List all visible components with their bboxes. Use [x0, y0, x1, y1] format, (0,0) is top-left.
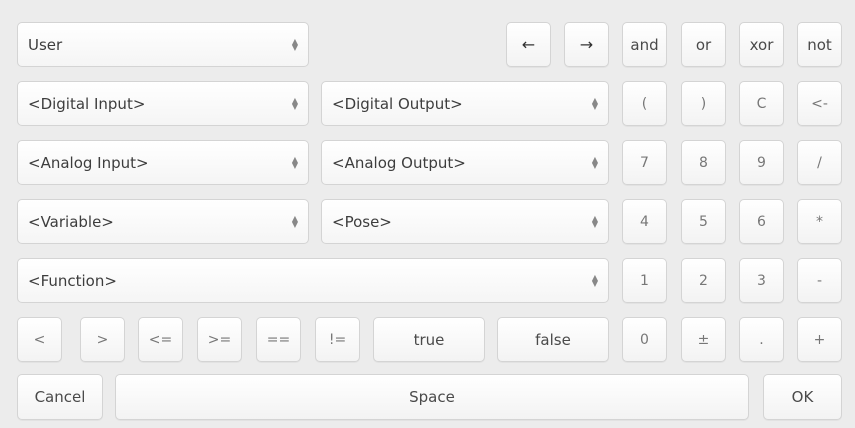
digit-8-button[interactable]: 8	[681, 140, 726, 185]
divide-label: /	[817, 154, 822, 171]
cancel-label: Cancel	[34, 388, 86, 406]
digital-output-select[interactable]: <Digital Output> ▲ ▼	[321, 81, 609, 126]
pose-select[interactable]: <Pose> ▲ ▼	[321, 199, 609, 244]
analog-output-select[interactable]: <Analog Output> ▲ ▼	[321, 140, 609, 185]
greater-equal-label: >=	[207, 331, 232, 348]
true-label: true	[413, 330, 445, 349]
pose-select-label: <Pose>	[332, 212, 392, 231]
digit-5-button[interactable]: 5	[681, 199, 726, 244]
clear-button[interactable]: C	[739, 81, 784, 126]
digit-4-button[interactable]: 4	[622, 199, 667, 244]
plus-button[interactable]: +	[797, 317, 842, 362]
digital-input-select[interactable]: <Digital Input> ▲ ▼	[17, 81, 309, 126]
false-label: false	[535, 330, 571, 349]
xor-button[interactable]: xor	[739, 22, 784, 67]
multiply-label: *	[816, 213, 823, 230]
less-than-label: <	[33, 331, 46, 348]
digit-6-label: 6	[757, 213, 766, 230]
plus-minus-button[interactable]: ±	[681, 317, 726, 362]
divide-button[interactable]: /	[797, 140, 842, 185]
select-arrows-icon: ▲ ▼	[291, 213, 298, 229]
ok-label: OK	[791, 388, 814, 406]
select-arrows-icon: ▲ ▼	[291, 36, 298, 52]
user-select-label: User	[28, 35, 63, 54]
digit-1-button[interactable]: 1	[622, 258, 667, 303]
space-label: Space	[409, 388, 455, 406]
backspace-button[interactable]: <-	[797, 81, 842, 126]
select-arrows-icon: ▲ ▼	[591, 213, 598, 229]
less-equal-label: <=	[148, 331, 173, 348]
function-select[interactable]: <Function> ▲ ▼	[17, 258, 609, 303]
arrow-left-button[interactable]: ←	[506, 22, 551, 67]
close-paren-button[interactable]: )	[681, 81, 726, 126]
function-select-label: <Function>	[28, 271, 117, 290]
greater-than-button[interactable]: >	[80, 317, 125, 362]
less-than-button[interactable]: <	[17, 317, 62, 362]
digit-6-button[interactable]: 6	[739, 199, 784, 244]
or-button[interactable]: or	[681, 22, 726, 67]
false-button[interactable]: false	[497, 317, 609, 362]
digit-0-button[interactable]: 0	[622, 317, 667, 362]
digit-9-label: 9	[757, 154, 766, 171]
greater-than-label: >	[96, 331, 109, 348]
plus-label: +	[813, 331, 826, 348]
clear-label: C	[756, 95, 767, 112]
digital-input-select-label: <Digital Input>	[28, 94, 146, 113]
backspace-label: <-	[811, 95, 828, 112]
select-arrows-icon: ▲ ▼	[591, 154, 598, 170]
digit-2-button[interactable]: 2	[681, 258, 726, 303]
equals-button[interactable]: ==	[256, 317, 301, 362]
variable-select-label: <Variable>	[28, 212, 114, 231]
digit-0-label: 0	[640, 331, 649, 348]
digit-5-label: 5	[699, 213, 708, 230]
digit-2-label: 2	[699, 272, 708, 289]
select-arrows-icon: ▲ ▼	[591, 272, 598, 288]
multiply-button[interactable]: *	[797, 199, 842, 244]
and-button[interactable]: and	[622, 22, 667, 67]
xor-label: xor	[749, 35, 774, 54]
digit-4-label: 4	[640, 213, 649, 230]
arrow-left-icon: ←	[521, 35, 536, 54]
ok-button[interactable]: OK	[763, 374, 842, 420]
greater-equal-button[interactable]: >=	[197, 317, 242, 362]
select-arrows-icon: ▲ ▼	[591, 95, 598, 111]
digit-7-label: 7	[640, 154, 649, 171]
minus-label: -	[816, 272, 823, 289]
or-label: or	[695, 35, 712, 54]
less-equal-button[interactable]: <=	[138, 317, 183, 362]
decimal-point-label: .	[759, 331, 764, 348]
arrow-right-icon: →	[579, 35, 594, 54]
analog-input-select-label: <Analog Input>	[28, 153, 149, 172]
analog-input-select[interactable]: <Analog Input> ▲ ▼	[17, 140, 309, 185]
cancel-button[interactable]: Cancel	[17, 374, 103, 420]
decimal-point-button[interactable]: .	[739, 317, 784, 362]
analog-output-select-label: <Analog Output>	[332, 153, 466, 172]
plus-minus-label: ±	[697, 331, 710, 348]
true-button[interactable]: true	[373, 317, 485, 362]
not-label: not	[807, 35, 832, 54]
space-button[interactable]: Space	[115, 374, 749, 420]
digit-3-button[interactable]: 3	[739, 258, 784, 303]
not-button[interactable]: not	[797, 22, 842, 67]
minus-button[interactable]: -	[797, 258, 842, 303]
expression-editor-keypad: User ▲ ▼ ← → and or xor not <Digital Inpu…	[0, 0, 855, 428]
digit-8-label: 8	[699, 154, 708, 171]
not-equals-button[interactable]: !=	[315, 317, 360, 362]
arrow-right-button[interactable]: →	[564, 22, 609, 67]
equals-label: ==	[266, 331, 291, 348]
digit-1-label: 1	[640, 272, 649, 289]
select-arrows-icon: ▲ ▼	[291, 154, 298, 170]
variable-select[interactable]: <Variable> ▲ ▼	[17, 199, 309, 244]
digit-9-button[interactable]: 9	[739, 140, 784, 185]
and-label: and	[630, 35, 659, 54]
digital-output-select-label: <Digital Output>	[332, 94, 463, 113]
user-select[interactable]: User ▲ ▼	[17, 22, 309, 67]
digit-7-button[interactable]: 7	[622, 140, 667, 185]
close-paren-label: )	[700, 95, 707, 112]
open-paren-button[interactable]: (	[622, 81, 667, 126]
open-paren-label: (	[641, 95, 648, 112]
select-arrows-icon: ▲ ▼	[291, 95, 298, 111]
digit-3-label: 3	[757, 272, 766, 289]
not-equals-label: !=	[328, 331, 347, 348]
